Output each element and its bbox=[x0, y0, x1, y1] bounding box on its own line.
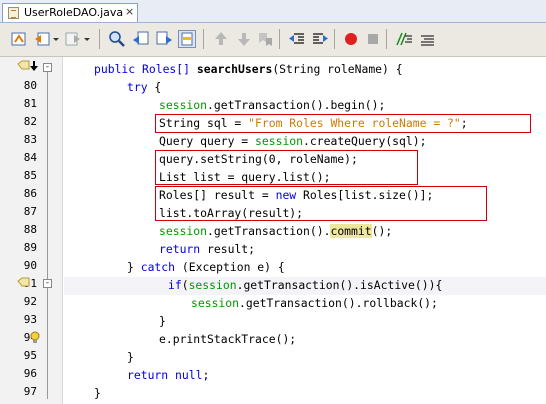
code-token: .getTransaction().begin(); bbox=[207, 98, 386, 112]
highlight-box-sql bbox=[155, 114, 531, 133]
code-token: (String roleName) { bbox=[272, 62, 403, 76]
find-icon[interactable] bbox=[108, 30, 126, 48]
code-line-88: session.getTransaction().commit(); bbox=[159, 222, 392, 240]
code-token: ; bbox=[202, 368, 210, 382]
toggle-highlight-search-icon[interactable] bbox=[178, 30, 196, 48]
code-line-81: session.getTransaction().begin(); bbox=[159, 96, 385, 114]
code-line-95: } bbox=[127, 350, 134, 364]
code-line-80: try { bbox=[127, 78, 161, 96]
forward-dropdown-icon[interactable] bbox=[83, 30, 91, 48]
code-line-79: public Roles[] searchUsers(String roleNa… bbox=[94, 60, 403, 78]
toggle-bookmark-icon[interactable] bbox=[256, 30, 274, 48]
toolbar-separator bbox=[99, 29, 100, 49]
toolbar-separator bbox=[386, 29, 387, 49]
code-line-93: } bbox=[159, 314, 166, 328]
code-token: if bbox=[168, 278, 182, 292]
editor-toolbar bbox=[0, 23, 546, 57]
toolbar-separator bbox=[203, 29, 204, 49]
line-number: 89 bbox=[23, 241, 37, 254]
code-token: catch bbox=[140, 260, 176, 274]
line-number: 81 bbox=[23, 97, 37, 110]
toolbar-separator bbox=[279, 29, 280, 49]
code-token: .createQuery(sql); bbox=[303, 134, 427, 148]
code-token: } bbox=[127, 260, 141, 274]
line-number: 93 bbox=[23, 313, 37, 326]
line-number: 88 bbox=[23, 223, 37, 236]
code-line-90: } catch (Exception e) { bbox=[127, 258, 285, 276]
line-number: 90 bbox=[23, 259, 37, 272]
forward-icon[interactable] bbox=[64, 30, 82, 48]
back-dropdown-icon[interactable] bbox=[52, 30, 60, 48]
editor-tab-bar: UserRoleDAO.java × bbox=[0, 0, 546, 23]
tab-userroledao[interactable]: UserRoleDAO.java × bbox=[2, 3, 138, 22]
back-icon[interactable] bbox=[33, 30, 51, 48]
code-line-94: e.printStackTrace(); bbox=[159, 332, 297, 346]
close-tab-icon[interactable]: × bbox=[125, 5, 134, 18]
history-icon[interactable] bbox=[10, 30, 28, 48]
toolbar-separator bbox=[334, 29, 335, 49]
code-token: session bbox=[255, 134, 304, 148]
code-area[interactable]: public Roles[] searchUsers(String roleNa… bbox=[64, 57, 546, 404]
code-token: public Roles[] bbox=[94, 62, 197, 76]
code-token: result; bbox=[200, 242, 256, 256]
code-token: return bbox=[127, 368, 169, 382]
code-token: commit bbox=[330, 224, 372, 238]
line-number: 86 bbox=[23, 187, 37, 200]
line-number: 80 bbox=[23, 79, 37, 92]
code-line-96: return null; bbox=[127, 366, 209, 384]
line-number: 95 bbox=[23, 349, 37, 362]
line-number: 82 bbox=[23, 115, 37, 128]
code-editor[interactable]: - 80 81 82 83 84 85 86 87 88 89 90 91 92… bbox=[0, 57, 546, 404]
line-number: 87 bbox=[23, 205, 37, 218]
code-token: null bbox=[168, 368, 203, 382]
code-token: (Exception e) { bbox=[175, 260, 285, 274]
line-number-gutter: - 80 81 82 83 84 85 86 87 88 89 90 91 92… bbox=[0, 57, 63, 404]
code-token: .getTransaction().isActive()){ bbox=[236, 278, 443, 292]
highlight-box-query bbox=[155, 150, 418, 185]
code-token: Query query = bbox=[159, 134, 256, 148]
code-token: session bbox=[191, 296, 240, 310]
java-file-icon bbox=[8, 7, 19, 19]
code-line-92: session.getTransaction().rollback(); bbox=[191, 294, 438, 312]
uncomment-icon[interactable] bbox=[418, 30, 436, 48]
code-token: session bbox=[159, 98, 208, 112]
line-number: 84 bbox=[23, 151, 37, 164]
previous-bookmark-icon[interactable] bbox=[212, 30, 230, 48]
code-token: session bbox=[188, 278, 237, 292]
shift-line-right-icon[interactable] bbox=[311, 30, 329, 48]
code-token: ( bbox=[181, 278, 189, 292]
code-line-83: Query query = session.createQuery(sql); bbox=[159, 132, 426, 150]
code-line-91: if(session.getTransaction().isActive()){ bbox=[168, 276, 442, 294]
code-token: (); bbox=[371, 224, 393, 238]
code-token: try bbox=[127, 80, 148, 94]
find-next-icon[interactable] bbox=[155, 30, 173, 48]
fold-guide-line bbox=[47, 72, 48, 399]
code-token: searchUsers bbox=[196, 62, 273, 76]
code-token: .getTransaction().rollback(); bbox=[239, 296, 438, 310]
line-number: 85 bbox=[23, 169, 37, 182]
warning-bulb-icon[interactable] bbox=[29, 331, 42, 343]
code-line-97: } bbox=[94, 386, 101, 400]
highlight-box-result bbox=[155, 186, 487, 221]
line-number: 83 bbox=[23, 133, 37, 146]
comment-icon[interactable] bbox=[395, 30, 413, 48]
find-previous-icon[interactable] bbox=[132, 30, 150, 48]
line-number: 92 bbox=[23, 295, 37, 308]
code-line-89: return result; bbox=[159, 240, 255, 258]
code-token: return bbox=[159, 242, 201, 256]
shift-line-left-icon[interactable] bbox=[288, 30, 306, 48]
fold-collapse-icon[interactable]: - bbox=[43, 279, 52, 288]
implements-method-icon bbox=[29, 60, 42, 72]
line-number: 97 bbox=[23, 385, 37, 398]
next-bookmark-icon[interactable] bbox=[235, 30, 253, 48]
stop-macro-recording-icon[interactable] bbox=[364, 30, 382, 48]
fold-collapse-icon[interactable]: - bbox=[43, 63, 52, 72]
start-macro-recording-icon[interactable] bbox=[342, 30, 360, 48]
bookmark-tag-icon bbox=[17, 277, 30, 289]
code-token: { bbox=[147, 80, 162, 94]
tab-title: UserRoleDAO.java bbox=[24, 6, 124, 19]
code-token: .getTransaction(). bbox=[207, 224, 331, 238]
line-number: 96 bbox=[23, 367, 37, 380]
code-token: session bbox=[159, 224, 208, 238]
